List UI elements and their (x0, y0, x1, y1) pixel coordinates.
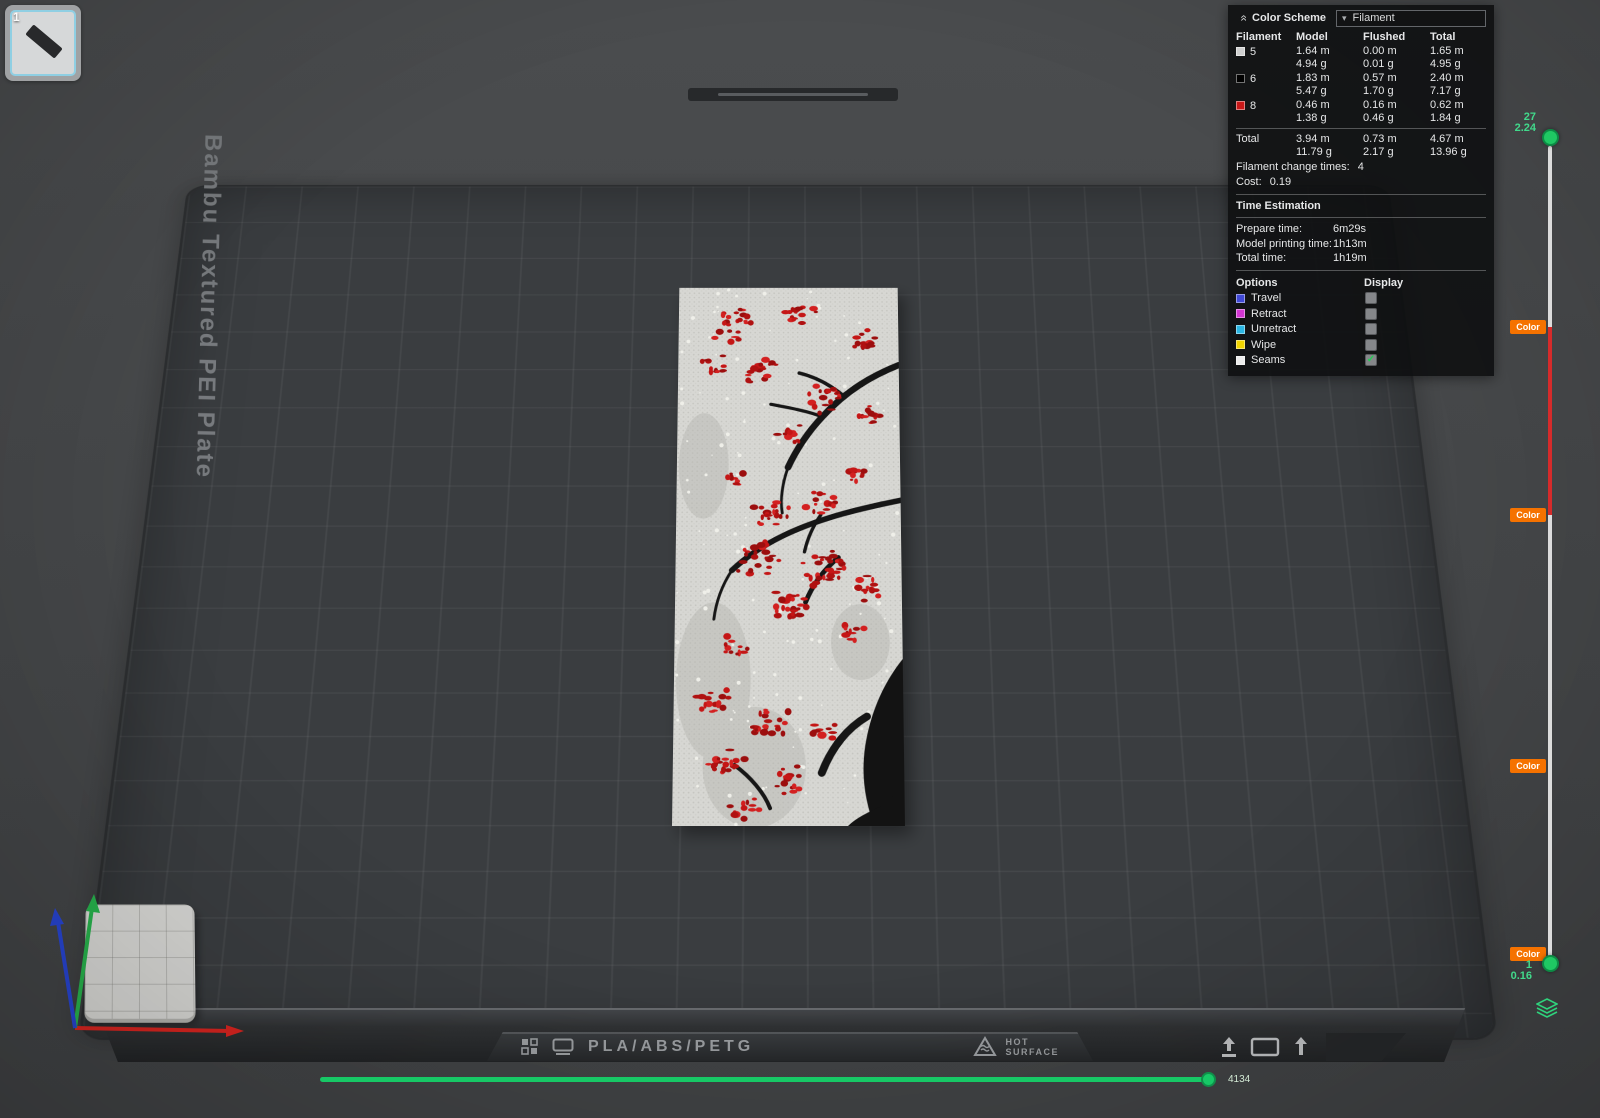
layer-slider-top-handle[interactable] (1542, 129, 1559, 146)
arrow-up-icon (1292, 1035, 1310, 1059)
layer-slider-bottom-value: 1 0.16 (1480, 960, 1532, 982)
grid-icon (521, 1038, 538, 1055)
layers-icon[interactable] (1536, 998, 1558, 1018)
filament-swatch (1236, 74, 1245, 83)
collapse-icon[interactable]: » (1236, 11, 1250, 25)
filament-row: 6 1.83 m5.47 g 0.57 m1.70 g 2.40 m7.17 g (1236, 72, 1486, 97)
color-scheme-panel: » Color Scheme ▾ Filament Filament Model… (1228, 5, 1494, 376)
time-row: Model printing time: 1h13m (1236, 237, 1486, 252)
warning-triangle-icon (973, 1036, 997, 1057)
move-slider[interactable]: 4134 (320, 1070, 1280, 1088)
col-model: Model (1296, 31, 1363, 43)
total-row: Total 3.94 m11.79 g 0.73 m2.17 g 4.67 m1… (1236, 133, 1486, 158)
time-row: Total time: 1h19m (1236, 251, 1486, 266)
filament-id: 5 (1250, 46, 1256, 58)
filament-id: 6 (1250, 73, 1256, 85)
time-row: Prepare time: 6m29s (1236, 222, 1486, 237)
preview-viewport[interactable]: Bambu Textured PEI Plate (0, 0, 1600, 1118)
divider (1236, 270, 1486, 271)
plate-handle-slot (718, 93, 868, 96)
move-slider-track[interactable] (320, 1077, 1210, 1082)
thumbnail-model-silhouette (25, 24, 62, 58)
seams-swatch (1236, 356, 1245, 365)
cost-row: Cost: 0.19 (1236, 175, 1486, 190)
plate-thumbnail[interactable]: 1 (5, 5, 81, 81)
plate-outline-icon (1250, 1035, 1280, 1059)
option-row-retract: Retract (1236, 306, 1486, 322)
layer-slider-bottom-handle[interactable] (1542, 955, 1559, 972)
plate-number: 1 (13, 10, 20, 24)
option-row-unretract: Unretract (1236, 322, 1486, 338)
view-type-value: Filament (1353, 12, 1395, 24)
sliced-model-preview[interactable] (672, 288, 905, 826)
wipe-swatch (1236, 340, 1245, 349)
retract-checkbox[interactable] (1365, 308, 1377, 320)
col-filament: Filament (1236, 31, 1296, 43)
filament-row: 8 0.46 m1.38 g 0.16 m0.46 g 0.62 m1.84 g (1236, 99, 1486, 124)
filament-row: 5 1.64 m4.94 g 0.00 m0.01 g 1.65 m4.95 g (1236, 45, 1486, 70)
unretract-swatch (1236, 325, 1245, 334)
col-total: Total (1430, 31, 1486, 43)
layer-slider-segment (1548, 327, 1552, 515)
color-change-badge[interactable]: Color (1510, 759, 1546, 773)
color-change-badge[interactable]: Color (1510, 320, 1546, 334)
filament-swatch (1236, 101, 1245, 110)
option-row-seams: Seams (1236, 353, 1486, 369)
travel-checkbox[interactable] (1365, 292, 1377, 304)
z-axis (58, 922, 75, 1028)
materials-label: PLA/ABS/PETG (588, 1038, 754, 1056)
divider (1236, 217, 1486, 218)
option-row-travel: Travel (1236, 291, 1486, 307)
wipe-checkbox[interactable] (1365, 339, 1377, 351)
arrow-up-tray-icon (1220, 1035, 1238, 1059)
move-slider-value: 4134 (1228, 1074, 1250, 1085)
divider (1236, 194, 1486, 195)
retract-swatch (1236, 309, 1245, 318)
unretract-checkbox[interactable] (1365, 323, 1377, 335)
axis-gizmo (30, 880, 260, 1050)
divider (1236, 128, 1486, 129)
plate-settings-bar[interactable]: PLA/ABS/PETG HOT SURFACE (487, 1032, 1093, 1061)
color-change-badge[interactable]: Color (1510, 508, 1546, 522)
time-estimation-title: Time Estimation (1236, 199, 1486, 213)
plate-icon (552, 1038, 574, 1055)
filament-id: 8 (1250, 100, 1256, 112)
view-type-dropdown[interactable]: ▾ Filament (1336, 10, 1486, 27)
filament-table-header: Filament Model Flushed Total (1236, 31, 1486, 43)
move-slider-handle[interactable] (1201, 1072, 1216, 1087)
options-header: Options Display (1236, 275, 1486, 291)
x-axis (75, 1028, 230, 1031)
layer-slider-track[interactable] (1548, 146, 1552, 958)
filament-swatch (1236, 47, 1245, 56)
travel-swatch (1236, 294, 1245, 303)
seams-checkbox[interactable] (1365, 354, 1377, 366)
plate-edge-icons (1220, 1035, 1310, 1059)
hot-surface-warning: HOT SURFACE (973, 1036, 1059, 1057)
model-artwork (672, 288, 905, 826)
y-axis (75, 908, 92, 1028)
col-flushed: Flushed (1363, 31, 1430, 43)
option-row-wipe: Wipe (1236, 337, 1486, 353)
filament-change-row: Filament change times: 4 (1236, 160, 1486, 175)
chevron-down-icon: ▾ (1342, 14, 1347, 23)
panel-title: Color Scheme (1252, 12, 1326, 24)
plate-handle (688, 88, 898, 101)
